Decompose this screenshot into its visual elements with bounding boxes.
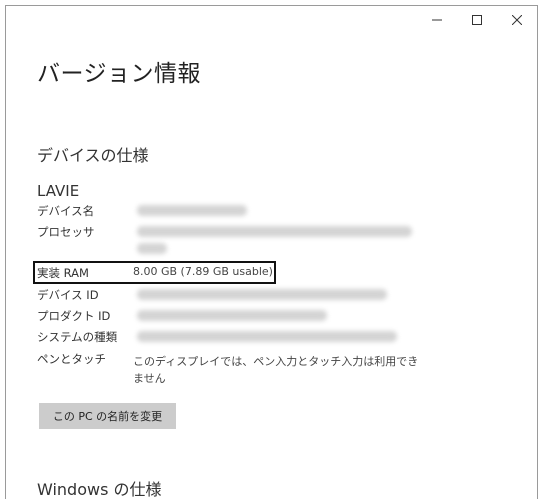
windows-spec-heading: Windows の仕様: [37, 480, 162, 499]
redacted-device-id: [137, 289, 387, 300]
device-id-label: デバイス ID: [37, 288, 99, 302]
pen-touch-value: このディスプレイでは、ペン入力とタッチ入力は利用できません: [133, 355, 419, 385]
spec-row-device-id: デバイス ID: [37, 287, 497, 307]
redacted-device-name: [137, 205, 247, 216]
device-spec-heading: デバイスの仕様: [37, 146, 149, 165]
ram-value: 8.00 GB (7.89 GB usable): [133, 265, 273, 278]
product-id-label: プロダクト ID: [37, 309, 111, 323]
ram-label: 実装 RAM: [37, 266, 89, 280]
maximize-icon: [472, 15, 482, 25]
minimize-icon: [432, 19, 442, 21]
redacted-processor-continued: [137, 243, 167, 254]
minimize-button[interactable]: [417, 6, 457, 34]
spec-row-processor: プロセッサ: [37, 224, 497, 254]
device-name-label: デバイス名: [37, 204, 95, 218]
spec-row-system-type: システムの種類: [37, 329, 497, 349]
about-window: バージョン情報 デバイスの仕様 LAVIE デバイス名 プロセッサ 実装 RAM…: [5, 5, 538, 499]
pen-touch-label: ペンとタッチ: [37, 352, 106, 366]
redacted-product-id: [137, 310, 327, 321]
device-model: LAVIE: [37, 182, 80, 200]
page-title: バージョン情報: [37, 61, 202, 87]
spec-row-ram: 実装 RAM 8.00 GB (7.89 GB usable): [37, 265, 497, 285]
spec-row-product-id: プロダクト ID: [37, 308, 497, 328]
title-bar-controls: [417, 6, 537, 34]
system-type-label: システムの種類: [37, 330, 118, 344]
redacted-processor: [137, 226, 412, 237]
close-icon: [512, 15, 522, 25]
close-button[interactable]: [497, 6, 537, 34]
maximize-button[interactable]: [457, 6, 497, 34]
spec-row-device-name: デバイス名: [37, 203, 497, 223]
rename-pc-button[interactable]: この PC の名前を変更: [39, 403, 176, 429]
redacted-system-type: [137, 331, 397, 342]
processor-label: プロセッサ: [37, 225, 95, 239]
